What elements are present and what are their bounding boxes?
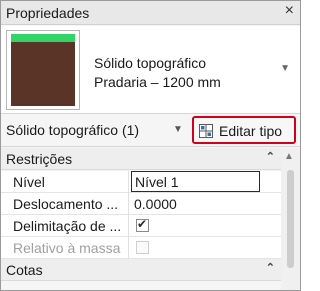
group-dimensions-label: Cotas (6, 262, 43, 278)
property-name-relative-to-mass: Relativo à massa (13, 240, 121, 256)
column-divider (128, 215, 129, 237)
property-name-bounding: Delimitação de ... (13, 218, 122, 234)
group-dimensions[interactable]: Cotas ⌃ (1, 259, 281, 281)
edit-type-button[interactable]: Editar tipo (192, 116, 296, 144)
close-icon[interactable]: × (285, 2, 294, 20)
panel-titlebar: Propriedades × (1, 1, 300, 25)
property-row-relative-to-mass: Relativo à massa (1, 237, 281, 259)
type-variant-label: Pradaria – 1200 mm (94, 74, 221, 90)
offset-value[interactable]: 0.0000 (134, 196, 177, 212)
edit-type-label: Editar tipo (219, 123, 283, 139)
soil-layer (11, 42, 75, 106)
instance-filter-row: Sólido topográfico (1) ▼ Editar tipo (1, 115, 300, 147)
property-row-bounding: Delimitação de ... ✔ (1, 215, 281, 237)
group-constraints-label: Restrições (6, 151, 73, 167)
level-value: Nível 1 (135, 174, 179, 190)
type-family-label: Sólido topográfico (94, 55, 207, 71)
grass-layer (11, 34, 75, 42)
check-icon: ✔ (137, 217, 148, 231)
vertical-scrollbar[interactable]: ▲ (281, 148, 300, 290)
property-name-level: Nível (13, 174, 45, 190)
relative-to-mass-checkbox (136, 241, 149, 254)
type-thumbnail (6, 30, 80, 110)
bounding-checkbox[interactable]: ✔ (136, 217, 149, 232)
chevron-down-icon[interactable]: ▼ (173, 124, 183, 135)
property-name-offset: Deslocamento ... (13, 196, 119, 212)
panel-title: Propriedades (6, 5, 90, 21)
properties-panel: Propriedades × Sólido topográfico Pradar… (0, 0, 301, 291)
edit-type-icon (199, 124, 213, 138)
type-selector[interactable]: Sólido topográfico Pradaria – 1200 mm ▼ (1, 26, 300, 114)
column-divider (128, 171, 129, 193)
properties-grid: Restrições ⌃ Nível Nível 1 Deslocamento … (1, 148, 281, 290)
group-constraints[interactable]: Restrições ⌃ (1, 148, 281, 170)
property-row-level: Nível Nível 1 (1, 171, 281, 193)
collapse-icon[interactable]: ⌃ (266, 150, 275, 163)
column-divider (128, 237, 129, 259)
chevron-down-icon[interactable]: ▼ (280, 63, 290, 74)
instance-filter-label[interactable]: Sólido topográfico (1) (6, 122, 139, 138)
level-value-field[interactable]: Nível 1 (131, 171, 260, 192)
property-row-offset: Deslocamento ... 0.0000 (1, 193, 281, 215)
scrollbar-thumb[interactable] (287, 170, 294, 268)
column-divider (128, 193, 129, 215)
collapse-icon[interactable]: ⌃ (266, 261, 275, 274)
scroll-up-icon[interactable]: ▲ (284, 151, 294, 162)
type-name: Sólido topográfico Pradaria – 1200 mm (94, 54, 221, 92)
